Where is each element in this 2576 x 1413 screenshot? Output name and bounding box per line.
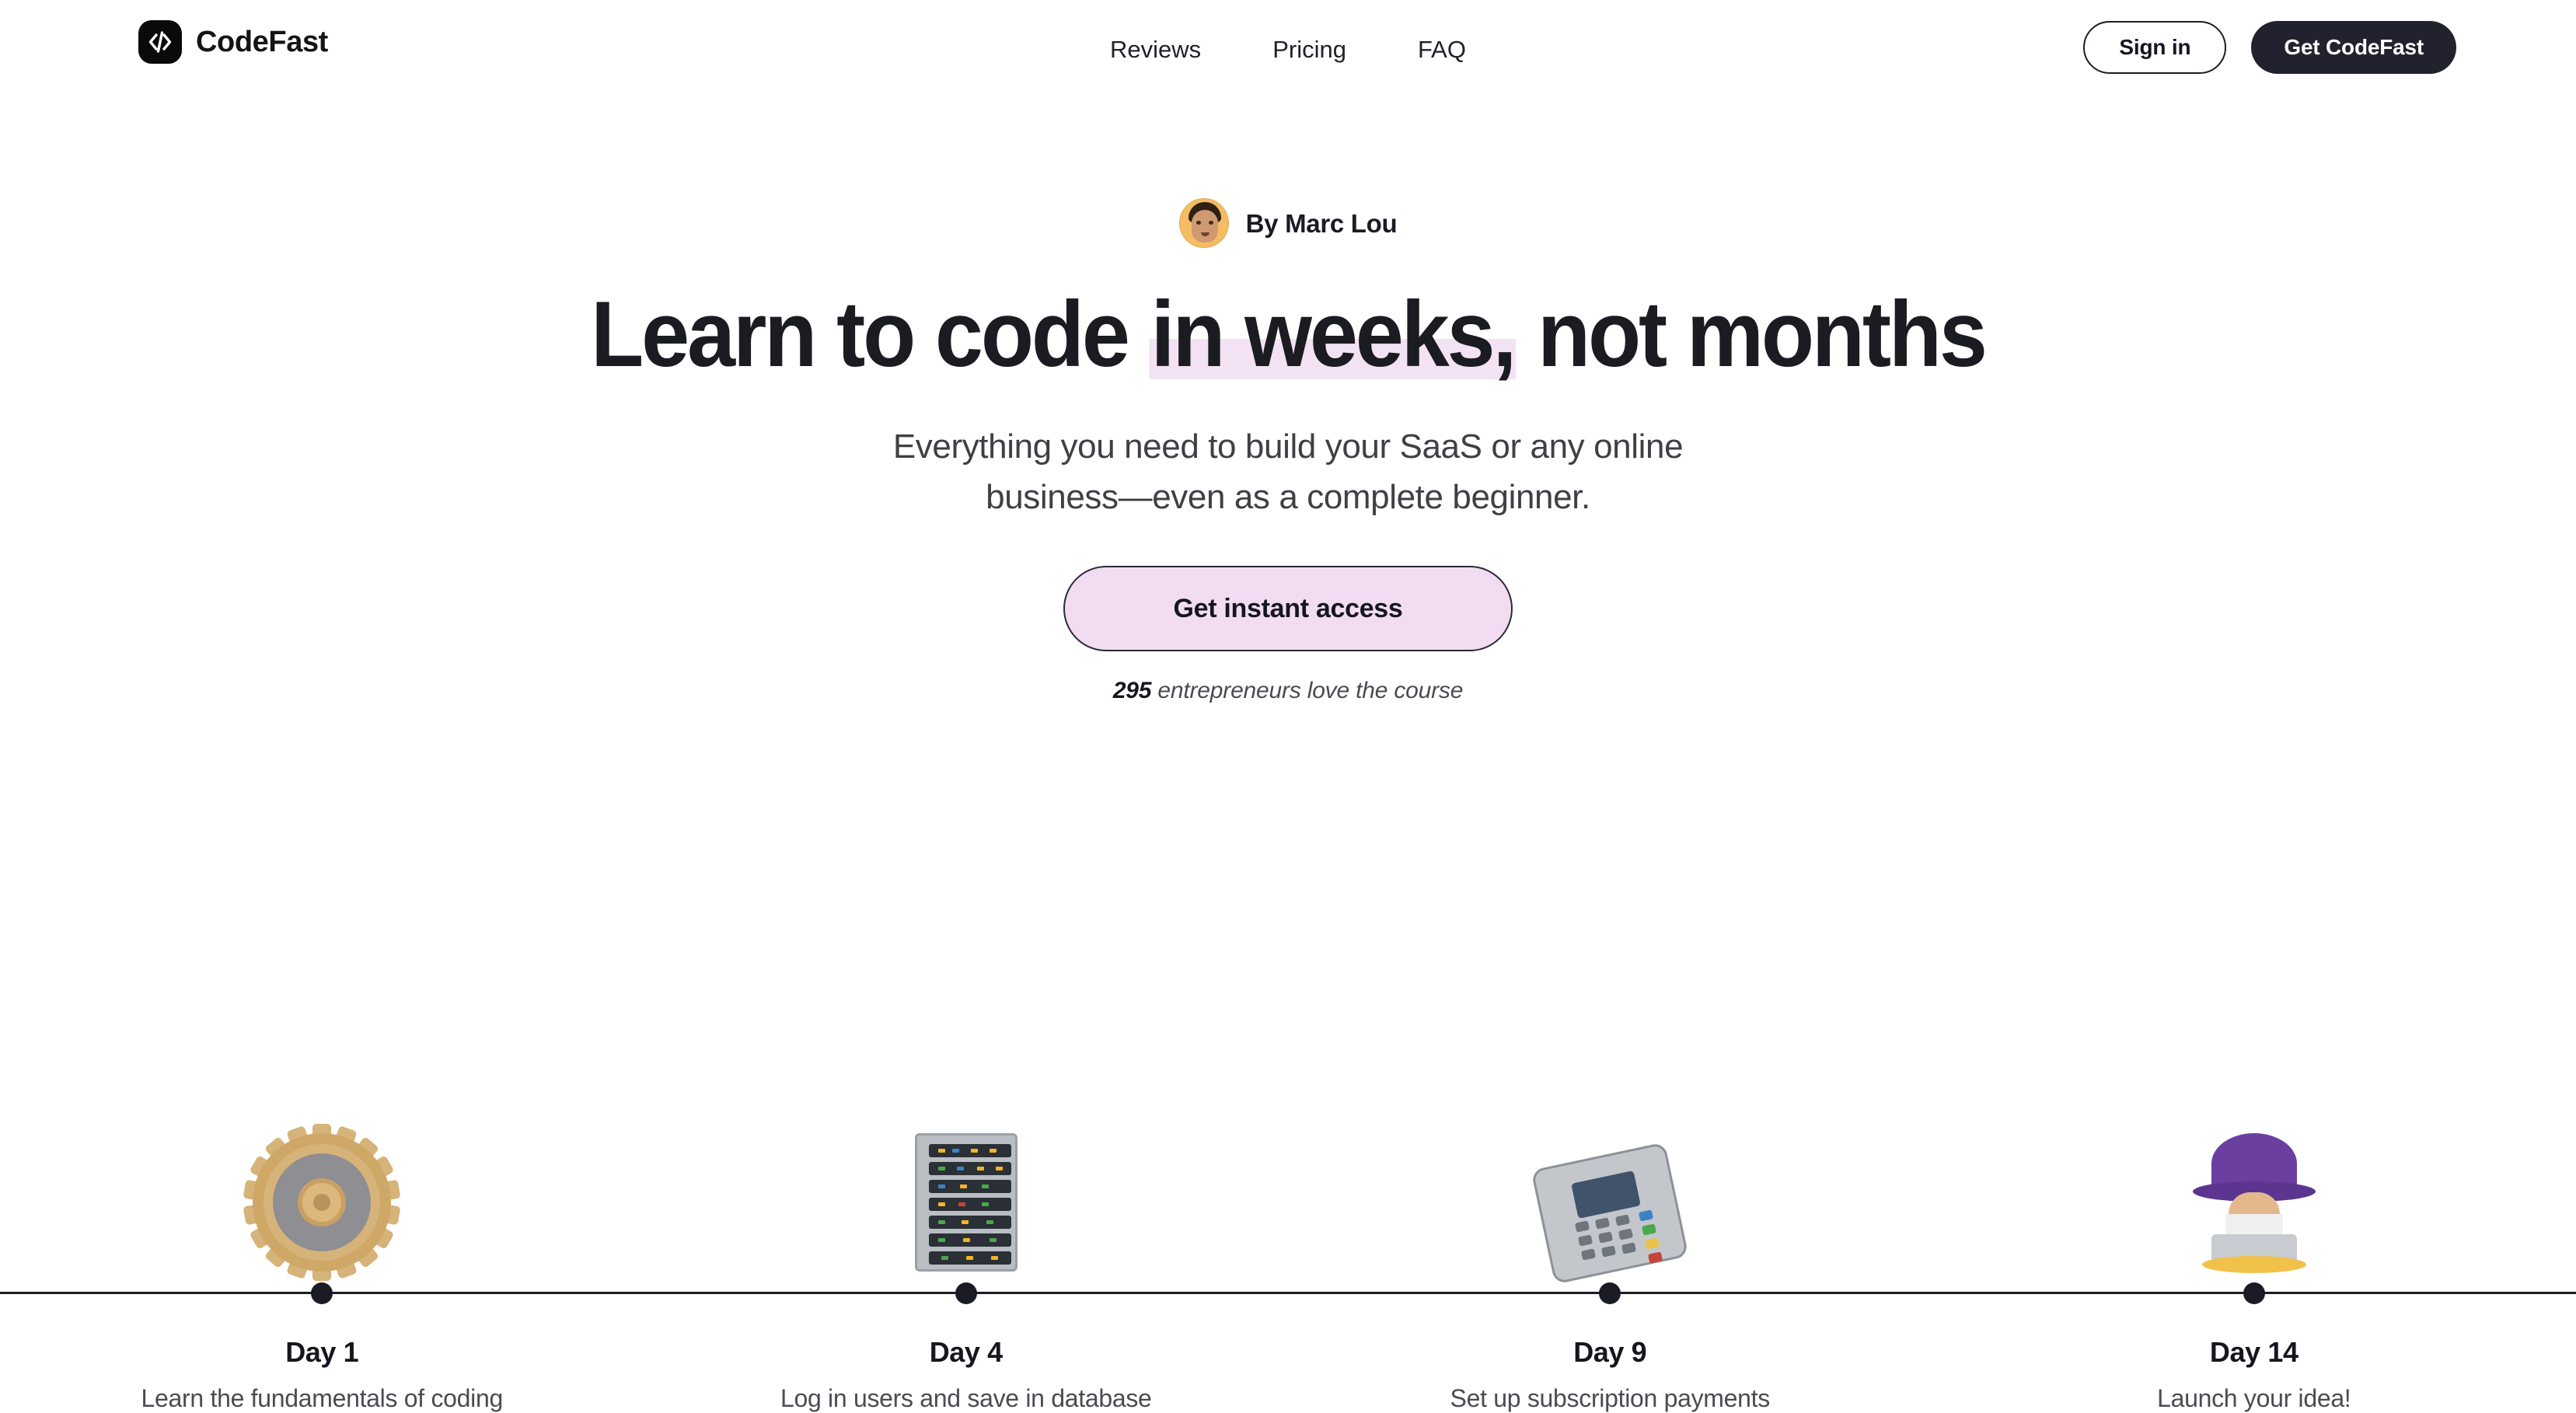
hero-subheading: Everything you need to build your SaaS o… (0, 421, 2576, 522)
timeline-description: Learn the fundamentals of coding (141, 1383, 504, 1412)
nav-link-pricing[interactable]: Pricing (1272, 37, 1346, 61)
timeline-description: Launch your idea! (2157, 1383, 2351, 1412)
wizard-laptop-emoji (1932, 972, 2576, 1278)
timeline-day-label: Day 1 (285, 1335, 359, 1368)
brand-logo[interactable]: CodeFast (138, 20, 328, 64)
gear-icon (243, 1123, 401, 1281)
landing-page: CodeFast Reviews Pricing FAQ Sign in Get… (0, 0, 2576, 1413)
main-nav: Reviews Pricing FAQ (1110, 37, 1466, 61)
headline-part-3: not months (1516, 282, 1988, 386)
sign-in-button[interactable]: Sign in (2083, 21, 2227, 74)
timeline-day-label: Day 14 (2209, 1335, 2299, 1368)
site-header: CodeFast Reviews Pricing FAQ Sign in Get… (0, 0, 2576, 103)
page-title: Learn to code in weeks, not months (90, 282, 2486, 386)
timeline-item: Day 14 Launch your idea! (1932, 972, 2576, 1413)
brand-name: CodeFast (196, 26, 328, 58)
code-brackets-icon (138, 20, 182, 64)
timeline-day-label: Day 4 (929, 1335, 1003, 1368)
headline-highlight-text: in weeks, (1150, 282, 1517, 386)
subheading-line-2: business—even as a complete beginner. (986, 478, 1590, 517)
timeline-dot (311, 1282, 333, 1304)
timeline-dot (955, 1282, 977, 1304)
hero-section: By Marc Lou Learn to code in weeks, not … (0, 103, 2576, 704)
headline-part-1: Learn to code (591, 282, 1150, 386)
author-byline: By Marc Lou (0, 198, 2576, 248)
timeline-items: Day 1 Learn the fundamentals of coding D… (0, 972, 2576, 1413)
timeline-item: Day 4 Log in users and save in database (644, 972, 1289, 1413)
nav-link-faq[interactable]: FAQ (1418, 37, 1466, 61)
card-terminal-emoji (1288, 972, 1932, 1285)
social-proof-count: 295 (1112, 678, 1152, 704)
course-timeline: Day 1 Learn the fundamentals of coding D… (0, 972, 2576, 1413)
server-icon (914, 1132, 1017, 1272)
subheading-line-1: Everything you need to build your SaaS o… (892, 427, 1684, 466)
server-rack-emoji (644, 972, 1289, 1278)
get-instant-access-button[interactable]: Get instant access (1063, 566, 1513, 652)
social-proof: 295 entrepreneurs love the course (0, 678, 2576, 704)
timeline-description: Log in users and save in database (780, 1383, 1152, 1412)
social-proof-text: entrepreneurs love the course (1151, 678, 1464, 704)
get-codefast-button[interactable]: Get CodeFast (2251, 21, 2456, 74)
timeline-item: Day 1 Learn the fundamentals of coding (0, 972, 644, 1413)
header-actions: Sign in Get CodeFast (2083, 21, 2456, 74)
payment-terminal-icon (1531, 1141, 1689, 1285)
timeline-day-label: Day 9 (1573, 1335, 1647, 1368)
author-name: By Marc Lou (1245, 208, 1398, 238)
nav-link-reviews[interactable]: Reviews (1110, 37, 1201, 61)
timeline-dot (2243, 1282, 2265, 1304)
headline-highlight: in weeks, (1149, 282, 1517, 386)
wizard-icon (2188, 1132, 2320, 1273)
author-avatar (1178, 198, 1229, 248)
timeline-dot (1599, 1282, 1621, 1304)
timeline-item: Day 9 Set up subscription payments (1288, 972, 1932, 1413)
timeline-description: Set up subscription payments (1450, 1383, 1771, 1412)
gear-emoji (0, 972, 644, 1281)
cta-container: Get instant access (0, 566, 2576, 652)
